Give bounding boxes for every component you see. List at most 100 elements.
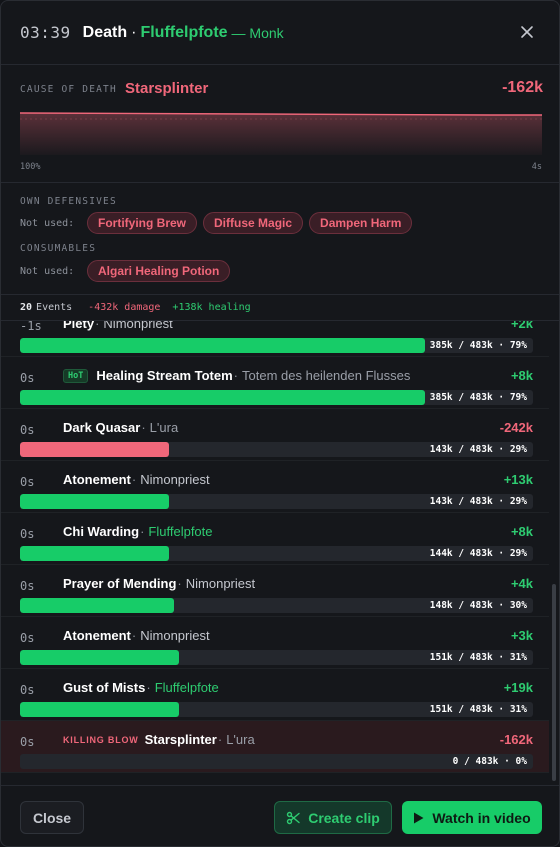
health-bar: 151k / 483k · 31% — [20, 702, 533, 717]
health-bar-fill — [20, 702, 180, 717]
close-icon[interactable] — [517, 22, 537, 42]
cons-not-used-label: Not used: — [20, 266, 75, 277]
event-amount: +8k — [510, 368, 533, 383]
health-bar: 385k / 483k · 79% — [20, 338, 533, 353]
ability-name: Atonement — [63, 472, 131, 487]
event-time: 0s — [20, 423, 35, 437]
health-bar-fill — [20, 442, 169, 457]
source-name: Nimonpriest — [140, 628, 210, 643]
player-class: — Monk — [231, 24, 284, 41]
own-not-used-label: Not used: — [20, 218, 75, 229]
separator: · — [217, 732, 223, 747]
scrollbar[interactable] — [552, 584, 556, 781]
cause-of-death-section: CAUSE OF DEATH Starsplinter -162k 100% 4… — [1, 65, 559, 183]
total-damage: -432k damage — [88, 302, 161, 313]
events-label: Events — [36, 302, 73, 313]
event-row: 0s Dark Quasar · L'ura -242k 143k / 483k… — [1, 409, 549, 461]
killing-blow-row: 0s KILLING BLOW Starsplinter · L'ura -16… — [1, 721, 549, 773]
consumable-pill: Algari Healing Potion — [87, 260, 231, 282]
health-bar: 385k / 483k · 79% — [20, 390, 533, 405]
source-name: Totem des heilenden Flusses — [242, 368, 411, 383]
event-time: 0s — [20, 527, 35, 541]
event-time: 0s — [20, 475, 35, 489]
killing-blow-badge: KILLING BLOW — [63, 734, 139, 745]
source-name: Nimonpriest — [140, 472, 210, 487]
title-separator: · — [131, 23, 137, 41]
event-row: 0s Atonement · Nimonpriest +3k 151k / 48… — [1, 617, 549, 669]
event-time: 0s — [20, 631, 35, 645]
defensive-pill: Diffuse Magic — [203, 212, 304, 234]
health-bar: 151k / 483k · 31% — [20, 650, 533, 665]
create-clip-button[interactable]: Create clip — [274, 801, 392, 834]
health-bar-fill — [20, 390, 426, 405]
ability-name: Piety — [63, 321, 95, 331]
ability-name: Dark Quasar — [63, 420, 141, 435]
modal-header: 03:39 Death · Fluffelpfote — Monk — [1, 1, 559, 65]
event-time: 0s — [20, 371, 35, 385]
event-time: 0s — [20, 683, 35, 697]
event-title: Atonement · Nimonpriest — [63, 628, 210, 643]
own-defensives-list: Fortifying Brew Diffuse Magic Dampen Har… — [87, 212, 413, 234]
separator: · — [233, 368, 238, 383]
consumables-label: CONSUMABLES — [20, 243, 97, 254]
consumables-list: Algari Healing Potion — [87, 260, 231, 282]
death-recap-modal: 03:39 Death · Fluffelpfote — Monk CAUSE … — [0, 0, 560, 847]
health-bar: 0 / 483k · 0% — [20, 754, 533, 769]
close-button[interactable]: Close — [20, 801, 84, 834]
event-amount: +13k — [503, 472, 533, 487]
separator: · — [95, 321, 100, 331]
event-row: -1s Piety · Nimonpriest +2k 385k / 483k … — [1, 321, 549, 357]
modal-title: Death — [82, 23, 128, 41]
health-bar-fill — [20, 338, 426, 353]
event-time: 0s — [20, 579, 35, 593]
player-name: Fluffelpfote — [140, 23, 228, 41]
scissors-icon — [287, 811, 300, 824]
event-amount: +8k — [510, 524, 533, 539]
source-name: Nimonpriest — [103, 321, 173, 331]
hot-badge: HoT — [63, 368, 89, 383]
modal-footer: Close Create clip Watch in video — [1, 785, 559, 846]
event-amount: -242k — [499, 420, 533, 435]
play-icon — [414, 812, 424, 823]
event-row: 0s Prayer of Mending · Nimonpriest +4k 1… — [1, 565, 549, 617]
separator: · — [146, 680, 151, 695]
health-text: 144k / 483k · 29% — [429, 548, 527, 559]
health-text: 0 / 483k · 0% — [452, 756, 527, 767]
event-title: Prayer of Mending · Nimonpriest — [63, 576, 255, 591]
health-graph — [20, 112, 542, 155]
separator: · — [131, 628, 137, 643]
health-bar: 143k / 483k · 29% — [20, 442, 533, 457]
event-time: -1s — [20, 321, 42, 333]
event-title: KILLING BLOW Starsplinter · L'ura — [63, 732, 255, 747]
health-bar: 143k / 483k · 29% — [20, 494, 533, 509]
defensives-section: OWN DEFENSIVES Not used: Fortifying Brew… — [1, 183, 559, 295]
source-name: Nimonpriest — [185, 576, 256, 591]
health-bar: 148k / 483k · 30% — [20, 598, 533, 613]
source-name: Fluffelpfote — [154, 680, 219, 695]
killing-damage: -162k — [502, 79, 543, 96]
health-bar-fill — [20, 598, 174, 613]
separator: · — [131, 472, 137, 487]
event-title: HoT Healing Stream Totem · Totem des hei… — [63, 368, 410, 383]
event-row: 0s HoT Healing Stream Totem · Totem des … — [1, 357, 549, 409]
cause-of-death-label: CAUSE OF DEATH — [20, 84, 117, 95]
watch-in-video-button[interactable]: Watch in video — [402, 801, 542, 834]
event-row: 0s Gust of Mists · Fluffelpfote +19k 151… — [1, 669, 549, 721]
ability-name: Starsplinter — [144, 732, 217, 747]
event-amount: +4k — [510, 576, 533, 591]
health-bar-fill — [20, 650, 180, 665]
defensive-pill: Fortifying Brew — [87, 212, 198, 234]
event-amount: +2k — [510, 321, 533, 331]
health-bar: 144k / 483k · 29% — [20, 546, 533, 561]
ability-name: Gust of Mists — [63, 680, 146, 695]
event-time: 0s — [20, 735, 35, 749]
event-title: Dark Quasar · L'ura — [63, 420, 178, 435]
ability-name: Atonement — [63, 628, 131, 643]
health-text: 151k / 483k · 31% — [429, 652, 527, 663]
event-title: Chi Warding · Fluffelpfote — [63, 524, 213, 539]
ability-name: Healing Stream Totem — [96, 368, 233, 383]
defensive-pill: Dampen Harm — [309, 212, 413, 234]
event-list[interactable]: -1s Piety · Nimonpriest +2k 385k / 483k … — [1, 321, 559, 784]
watch-in-video-label: Watch in video — [432, 809, 531, 826]
event-amount: +19k — [503, 680, 533, 695]
